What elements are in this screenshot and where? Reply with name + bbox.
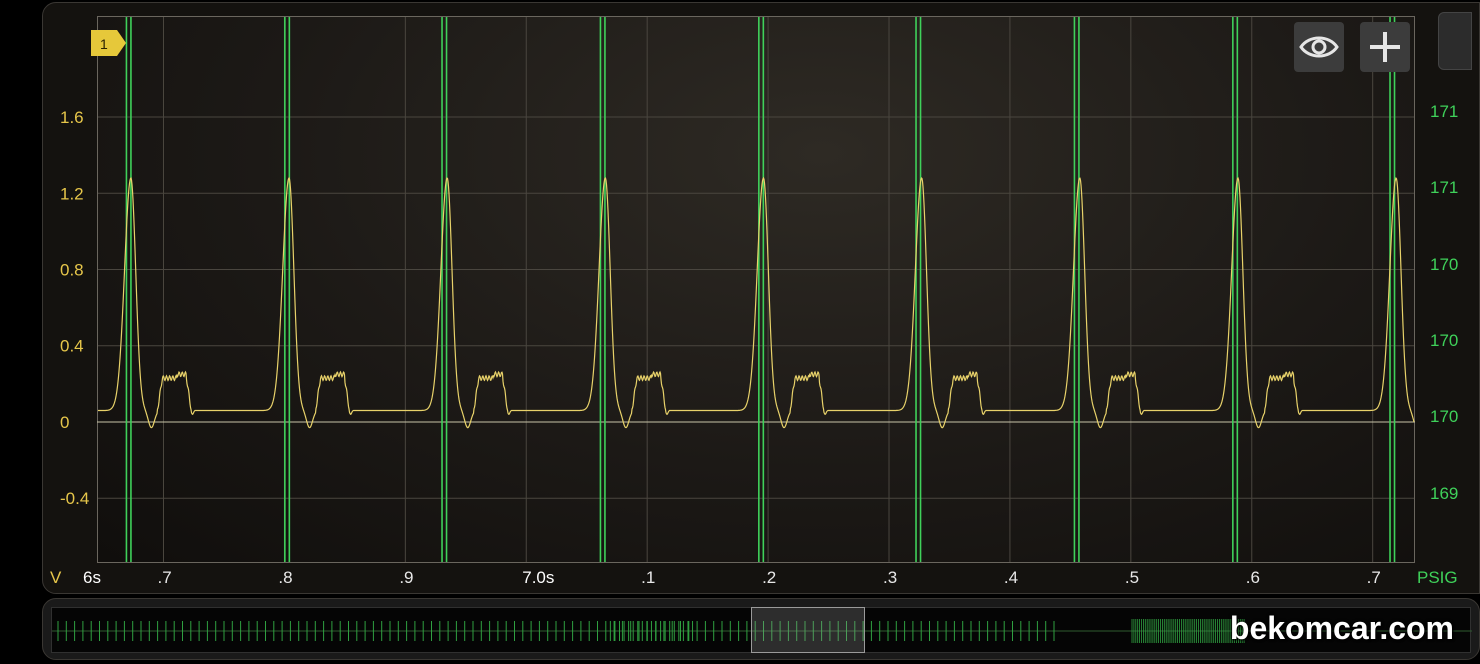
x-tick-label: .7 [1367,568,1381,587]
y-tick-left: 1.6 [60,108,84,127]
y-tick-left: 0.4 [60,337,84,356]
y-tick-left: -0.4 [60,489,89,508]
left-axis-unit: V [50,568,62,587]
y-tick-left: 0 [60,413,69,432]
y-tick-right: 171 [1430,178,1458,197]
add-button[interactable] [1360,22,1410,72]
voltage-trace [98,176,1415,429]
x-tick-label: .2 [762,568,776,587]
y-tick-left: 1.2 [60,184,84,203]
y-tick-right: 169 [1430,484,1458,503]
eye-icon [1299,36,1339,58]
x-tick-label: .6 [1246,568,1260,587]
y-tick-right: 170 [1430,407,1458,426]
y-tick-right: 170 [1430,331,1458,350]
eye-button[interactable] [1294,22,1344,72]
x-tick-label: .4 [1004,568,1018,587]
plus-icon [1370,32,1400,62]
overview-window[interactable] [751,607,865,653]
x-tick-label: 6s [83,568,101,587]
y-tick-right: 171 [1430,102,1458,121]
x-tick-label: .5 [1125,568,1139,587]
channel-marker-label: 1 [100,36,108,52]
x-tick-label: 7.0s [522,568,554,587]
x-tick-label: .8 [278,568,292,587]
x-tick-label: .3 [883,568,897,587]
x-tick-label: .1 [641,568,655,587]
y-tick-left: 0.8 [60,260,84,279]
y-tick-right: 170 [1430,255,1458,274]
chart-svg: 1.61.20.80.40-0.4171171170170170169V PSIG… [50,17,1458,587]
channel-marker [91,30,126,56]
x-tick-label: .7 [158,568,172,587]
side-panel-handle[interactable] [1438,12,1472,70]
right-axis-unit: PSIG [1417,568,1458,587]
x-tick-label: .9 [399,568,413,587]
watermark: bekomcar.com [1229,610,1454,646]
